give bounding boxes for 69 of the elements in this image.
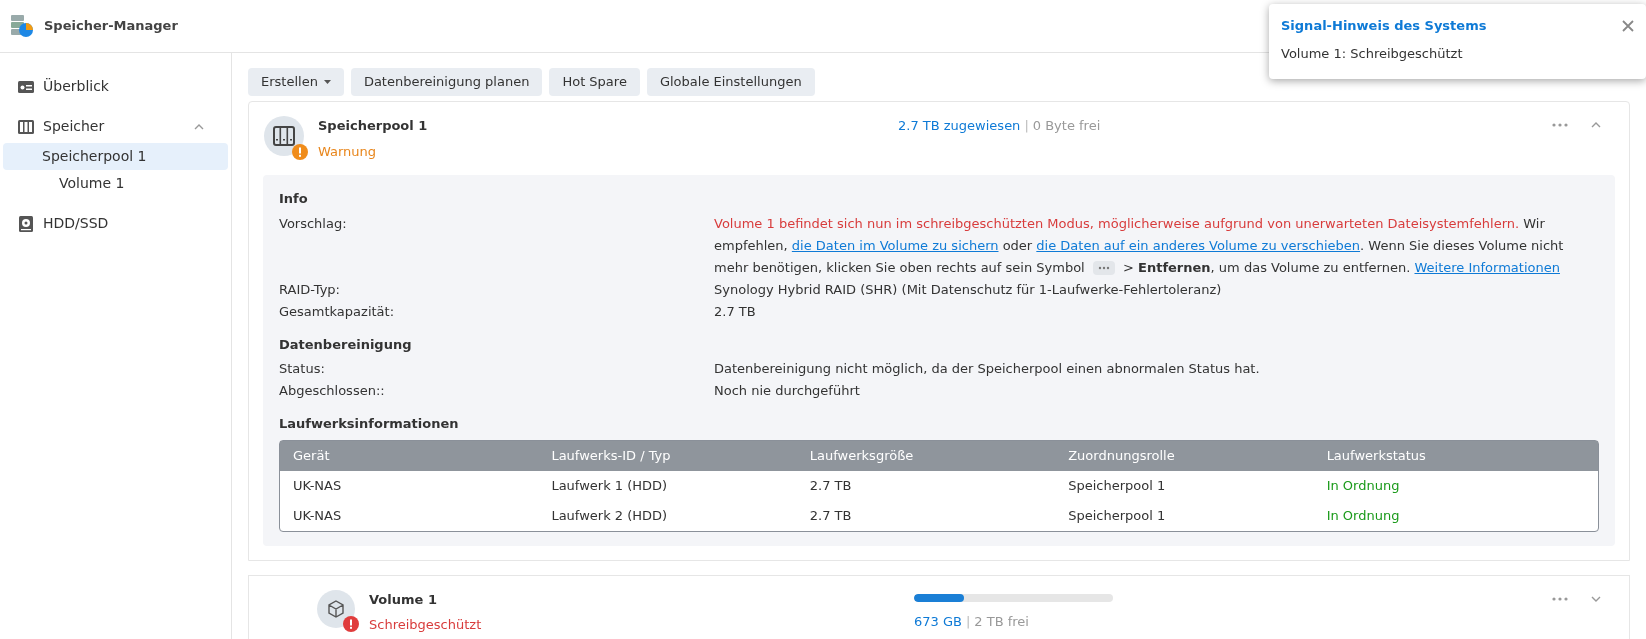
sidebar-label: Speicherpool 1 xyxy=(42,147,148,166)
section-title: Info xyxy=(279,190,309,208)
window-title: Speicher-Manager xyxy=(44,17,178,36)
detail-value: Noch nie durchgeführt xyxy=(714,382,861,400)
sidebar-label: Volume 1 xyxy=(59,174,126,193)
column-header: Laufwerkstatus xyxy=(1326,446,1427,465)
column-header: Gerät xyxy=(293,446,331,465)
sidebar-item[interactable]: Speicher xyxy=(3,113,228,140)
table-cell-text: Speicherpool 1 xyxy=(1068,506,1167,525)
volume-icon xyxy=(317,589,355,628)
id-card-icon xyxy=(17,78,35,95)
section-title: Datenbereinigung xyxy=(279,335,413,354)
free-text: 0 Byte frei xyxy=(1032,117,1101,135)
link[interactable]: die Daten im Volume zu sichern xyxy=(791,237,999,253)
detail-label: Abgeschlossen:: xyxy=(279,382,386,400)
column-header: Laufwerksgröße xyxy=(809,446,915,465)
table-cell-text: UK-NAS xyxy=(293,506,343,525)
detail-label: RAID-Typ: xyxy=(279,280,341,299)
link[interactable]: Weitere Informationen xyxy=(1414,259,1560,275)
volume-status: Schreibgeschützt xyxy=(369,616,483,634)
toolbar-button[interactable]: Datenbereinigung planen xyxy=(350,68,543,96)
alert-badge-icon xyxy=(292,144,308,160)
separator: | xyxy=(965,612,971,631)
detail-value: 2.7 TB xyxy=(714,302,757,321)
detail-value: Datenbereinigung nicht möglich, da der Speicherpool einen abnormalen Status hat. xyxy=(714,360,1261,378)
used-text: 673 GB xyxy=(914,612,962,631)
more-icon[interactable] xyxy=(1551,595,1569,602)
table-cell-text: In Ordnung xyxy=(1326,476,1401,495)
table-cell-text: 2.7 TB xyxy=(809,506,853,525)
table-cell-text: Laufwerk 1 (HDD) xyxy=(551,476,669,495)
close-icon[interactable] xyxy=(1622,19,1634,32)
notification-message: Volume 1: Schreibgeschützt xyxy=(1281,44,1464,63)
pool-icon xyxy=(264,116,304,156)
detail-label: Vorschlag: xyxy=(279,214,348,233)
sidebar-label: Überblick xyxy=(43,77,110,96)
free-text: 2 TB frei xyxy=(974,612,1029,631)
table-cell-text: Speicherpool 1 xyxy=(1068,476,1167,495)
section-title: Laufwerksinformationen xyxy=(279,415,460,433)
column-header: Laufwerks-ID / Typ xyxy=(551,446,672,465)
table-cell-text: Laufwerk 2 (HDD) xyxy=(551,506,669,525)
table-cell-text: UK-NAS xyxy=(293,476,343,495)
toolbar-button[interactable]: Hot Spare xyxy=(549,68,640,96)
detail-label: Gesamtkapazität: xyxy=(279,302,396,321)
more-icon[interactable] xyxy=(1551,122,1569,128)
table-cell-text: In Ordnung xyxy=(1326,506,1401,525)
toolbar-button[interactable]: Globale Einstellungen xyxy=(646,68,815,96)
table-cell-text: 2.7 TB xyxy=(809,476,853,495)
more-icon xyxy=(1092,261,1115,275)
app-logo-icon xyxy=(10,14,34,38)
toolbar-button[interactable]: Erstellen xyxy=(248,68,344,96)
sidebar-item[interactable]: HDD/SSD xyxy=(3,210,228,237)
pool-title: Speicherpool 1 xyxy=(318,117,429,135)
allocated-text: 2.7 TB zugewiesen xyxy=(898,117,1021,135)
separator: | xyxy=(1024,117,1029,135)
detail-label: Status: xyxy=(279,360,326,378)
sidebar-item[interactable]: Überblick xyxy=(3,73,228,100)
detail-value: Volume 1 befindet sich nun im schreibgeschützten Modus, möglicherweise aufgrund von unerwarteten Dateisystemfehlern. Wir empfehlen, die Daten im Volume zu sichern oder die Daten auf ein anderes Volume zu verschieben. Wenn Sie dieses Volume nicht mehr benötigen, klicken Sie oben rechts auf sein Symbol > Entfernen, um das Volume zu entfernen. Weitere Informationen xyxy=(714,214,1565,277)
pool-status: Warnung xyxy=(318,142,378,161)
sidebar-label: HDD/SSD xyxy=(43,214,110,233)
storage-rack-icon xyxy=(17,118,35,135)
notification-title: Signal-Hinweis des Systems xyxy=(1281,17,1487,35)
detail-value: Synology Hybrid RAID (SHR) (Mit Datenschutz für 1-Laufwerke-Fehlertoleranz) xyxy=(714,280,1223,299)
sidebar-item[interactable]: Volume 1 xyxy=(3,170,228,197)
volume-title: Volume 1 xyxy=(369,590,438,609)
sidebar-item[interactable]: Speicherpool 1 xyxy=(3,143,228,170)
alert-badge-icon xyxy=(343,615,359,632)
sidebar-label: Speicher xyxy=(43,117,106,136)
link[interactable]: die Daten auf ein anderes Volume zu verschieben xyxy=(1036,237,1361,253)
column-header: Zuordnungsrolle xyxy=(1068,446,1176,465)
